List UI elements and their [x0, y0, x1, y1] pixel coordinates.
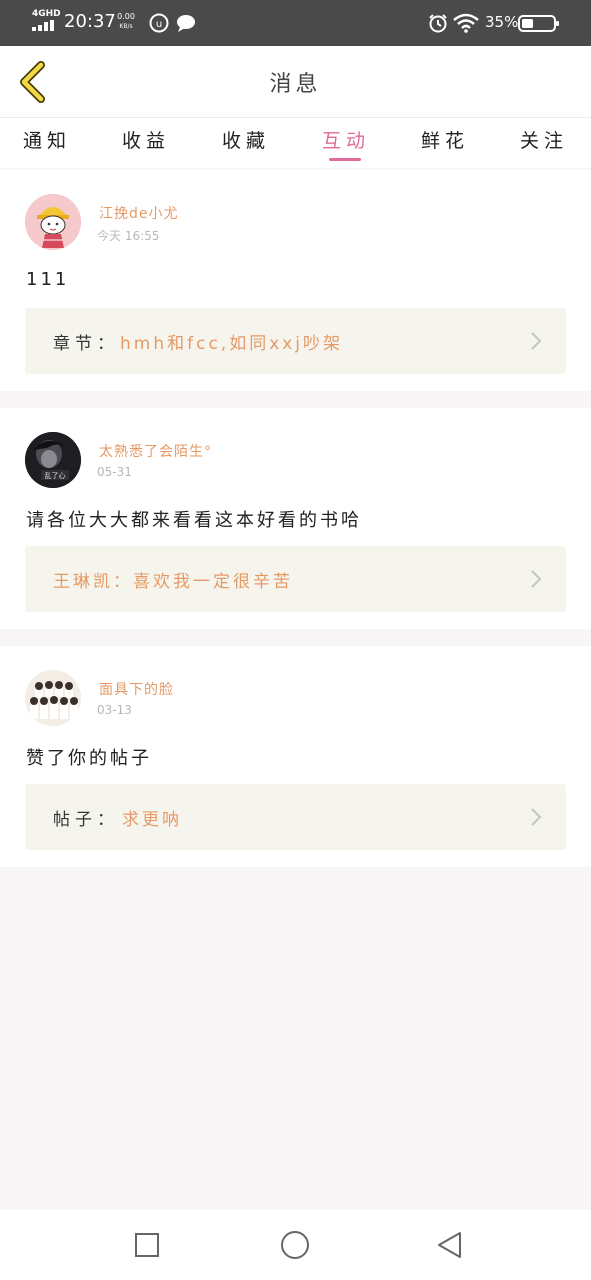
tab-bar: 通知 收益 收藏 互动 鲜花 关注: [0, 118, 591, 168]
avatar[interactable]: [25, 670, 81, 726]
alarm-icon: [429, 14, 447, 33]
avatar-photo-image: 乱了心: [25, 432, 81, 488]
tab-notifications[interactable]: 通知: [17, 126, 77, 153]
tab-interactions[interactable]: 互动: [316, 126, 376, 153]
message-content: 请各位大大都来看看这本好看的书哈: [26, 510, 362, 531]
tab-earnings[interactable]: 收益: [116, 126, 176, 153]
chevron-right-icon: [531, 332, 542, 350]
avatar-group-photo-image: [25, 670, 81, 726]
network-speed: 0.00 KB/s: [116, 12, 136, 32]
back-nav-button[interactable]: [433, 1229, 465, 1261]
timestamp: 03-13: [97, 703, 132, 717]
ref-title: 王琳凯：喜欢我一定很辛苦: [53, 572, 293, 592]
network-type: 4GHD: [32, 9, 61, 19]
network-speed-value: 0.00: [117, 12, 135, 21]
avatar-cartoon-image: [25, 194, 81, 250]
app-header: 消息: [0, 46, 591, 118]
triangle-back-icon: [438, 1232, 461, 1258]
referenced-book-link[interactable]: 王琳凯：喜欢我一定很辛苦: [25, 546, 566, 612]
avatar[interactable]: 乱了心: [25, 432, 81, 488]
ref-title: 求更呐: [122, 810, 182, 830]
home-button[interactable]: [279, 1229, 311, 1261]
active-tab-indicator: [329, 158, 361, 161]
timestamp: 今天 16:55: [97, 229, 160, 243]
signal-icon: [32, 20, 54, 31]
ref-title: hmh和fcc,如同xxj吵架: [120, 334, 344, 354]
wifi-icon: [453, 13, 479, 33]
avatar[interactable]: [25, 194, 81, 250]
app-notification-icon: u: [149, 13, 169, 33]
username[interactable]: 太熟悉了会陌生°: [99, 441, 212, 461]
clock: 20:37: [64, 11, 116, 32]
svg-text:u: u: [156, 19, 162, 30]
network-speed-unit: KB/s: [119, 23, 133, 30]
page-title: 消息: [269, 72, 322, 97]
ref-label: 帖子：: [53, 810, 119, 830]
username[interactable]: 江挽de小尤: [99, 203, 179, 223]
chevron-right-icon: [531, 570, 542, 588]
tab-favorites[interactable]: 收藏: [216, 126, 276, 153]
battery-percent: 35%: [485, 13, 519, 31]
system-nav-bar: [0, 1210, 591, 1280]
referenced-chapter-link[interactable]: 章节： hmh和fcc,如同xxj吵架: [25, 308, 566, 374]
message-content: 赞了你的帖子: [26, 748, 152, 769]
chevron-right-icon: [531, 808, 542, 826]
svg-text:乱了心: 乱了心: [45, 471, 66, 480]
chat-bubble-icon: [177, 15, 195, 32]
timestamp: 05-31: [97, 465, 132, 479]
ref-label: 章节：: [53, 334, 119, 354]
circle-icon: [281, 1231, 309, 1259]
referenced-post-link[interactable]: 帖子： 求更呐: [25, 784, 566, 850]
status-bar: 4GHD 20:37 0.00 KB/s u 35%: [0, 0, 591, 46]
tab-following[interactable]: 关注: [514, 126, 574, 153]
username[interactable]: 面具下的脸: [99, 679, 174, 699]
message-card: 面具下的脸 03-13 赞了你的帖子 帖子： 求更呐: [0, 646, 591, 867]
tab-flowers[interactable]: 鲜花: [415, 126, 475, 153]
message-card: 江挽de小尤 今天 16:55 111 章节： hmh和fcc,如同xxj吵架: [0, 170, 591, 391]
recent-apps-button[interactable]: [131, 1229, 163, 1261]
square-icon: [135, 1233, 159, 1257]
battery-icon: [518, 15, 559, 32]
message-card: 乱了心 太熟悉了会陌生° 05-31 请各位大大都来看看这本好看的书哈 王琳凯：…: [0, 408, 591, 629]
message-content: 111: [26, 269, 70, 290]
